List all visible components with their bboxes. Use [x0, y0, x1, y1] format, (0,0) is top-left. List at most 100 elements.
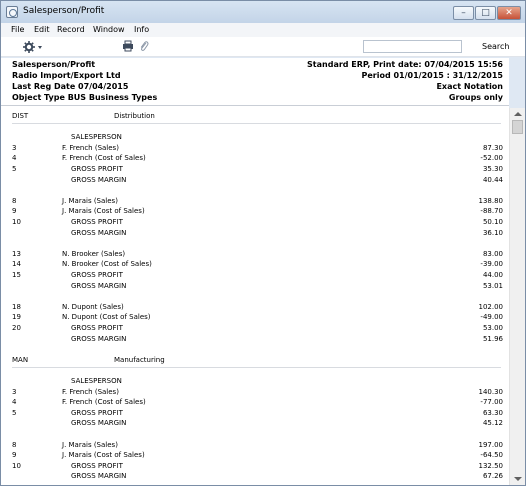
close-button[interactable]: ✕ — [497, 6, 521, 20]
row-label: J. Marais (Cost of Sales) — [62, 207, 145, 216]
row-label: F. French (Cost of Sales) — [62, 398, 146, 407]
attach-button[interactable] — [139, 40, 149, 54]
row-value: 51.96 — [482, 334, 503, 343]
table-row: 9 J. Marais (Cost of Sales) -64.50 — [1, 451, 509, 461]
table-row: GROSS MARGIN 51.96 — [1, 335, 509, 345]
row-label: GROSS PROFIT — [71, 408, 123, 417]
search-button[interactable]: Search — [482, 42, 509, 51]
row-code: 10 — [12, 461, 21, 470]
notation: Exact Notation — [436, 82, 503, 91]
row-label: GROSS PROFIT — [71, 324, 123, 332]
row-label: F. French (Sales) — [62, 143, 119, 152]
print-button[interactable] — [122, 40, 134, 54]
row-code: 14 — [12, 260, 21, 269]
table-row: 15 GROSS PROFIT 44.00 — [1, 271, 509, 281]
row-label: J. Marais (Sales) — [62, 196, 118, 205]
row-value: 87.30 — [482, 143, 503, 152]
row-value: 138.80 — [478, 196, 504, 205]
row-value: -88.70 — [480, 207, 503, 216]
group-heading: SALESPERSON — [1, 133, 509, 143]
row-code: 8 — [12, 440, 17, 449]
menu-file[interactable]: File — [11, 25, 24, 34]
row-code: 4 — [12, 398, 17, 407]
scroll-down-arrow-icon[interactable] — [514, 477, 522, 481]
table-row: 19 N. Dupont (Cost of Sales) -49.00 — [1, 313, 509, 323]
row-value: 44.00 — [482, 271, 503, 279]
row-code: 18 — [12, 302, 21, 311]
row-code: 5 — [12, 165, 17, 173]
table-row: 4 F. French (Cost of Sales) -77.00 — [1, 398, 509, 408]
row-label: F. French (Cost of Sales) — [62, 154, 146, 163]
row-label: GROSS MARGIN — [71, 281, 127, 290]
search-input[interactable] — [363, 40, 462, 53]
row-code: 13 — [12, 249, 21, 258]
table-row: GROSS MARGIN 36.10 — [1, 229, 509, 239]
section-code: MAN — [12, 355, 29, 364]
window-title: Salesperson/Profit — [23, 6, 105, 16]
toolbar: Search — [1, 37, 525, 57]
row-code: 20 — [12, 324, 21, 332]
row-value: -64.50 — [480, 451, 503, 460]
group-heading-label: SALESPERSON — [71, 133, 122, 142]
row-code: 3 — [12, 143, 17, 152]
menu-info[interactable]: Info — [134, 25, 149, 34]
row-value: -52.00 — [480, 154, 503, 163]
gear-menu-button[interactable] — [23, 40, 45, 54]
row-label: J. Marais (Sales) — [62, 440, 118, 449]
row-code: 8 — [12, 196, 17, 205]
menu-bar: File Edit Record Window Info — [1, 23, 525, 37]
table-row: 3 F. French (Sales) 140.30 — [1, 388, 509, 398]
maximize-button[interactable]: □ — [475, 6, 496, 20]
report-content[interactable]: Salesperson/Profit Radio Import/Export L… — [1, 58, 509, 485]
minimize-button[interactable]: – — [453, 6, 474, 20]
row-value: 63.30 — [482, 408, 503, 417]
row-value: 132.50 — [478, 461, 504, 470]
row-value: 53.01 — [482, 281, 503, 290]
paperclip-icon — [140, 41, 149, 51]
table-row: 5 GROSS PROFIT 35.30 — [1, 165, 509, 175]
scroll-up-arrow-icon[interactable] — [514, 112, 522, 116]
row-value: 36.10 — [482, 228, 503, 237]
row-value: -49.00 — [480, 313, 503, 322]
table-row: 8 J. Marais (Sales) 197.00 — [1, 441, 509, 451]
row-value: 102.00 — [478, 302, 504, 311]
header-divider — [1, 105, 509, 106]
row-label: GROSS PROFIT — [71, 271, 123, 279]
table-row: 3 F. French (Sales) 87.30 — [1, 144, 509, 154]
row-label: GROSS PROFIT — [71, 218, 123, 226]
printer-icon — [123, 40, 133, 52]
scroll-thumb[interactable] — [512, 120, 523, 134]
table-row: 18 N. Dupont (Sales) 102.00 — [1, 303, 509, 313]
section-name: Distribution — [114, 112, 155, 120]
grouping-mode: Groups only — [448, 93, 503, 102]
table-row: GROSS MARGIN 40.44 — [1, 176, 509, 186]
vertical-scrollbar[interactable] — [509, 108, 525, 485]
menu-edit[interactable]: Edit — [34, 25, 50, 34]
row-label: J. Marais (Cost of Sales) — [62, 451, 145, 460]
menu-record[interactable]: Record — [57, 25, 85, 34]
table-row: GROSS MARGIN 53.01 — [1, 282, 509, 292]
last-reg-date: Last Reg Date 07/04/2015 — [12, 82, 129, 91]
row-code: 4 — [12, 154, 17, 163]
table-row: 8 J. Marais (Sales) 138.80 — [1, 197, 509, 207]
row-label: GROSS MARGIN — [71, 334, 127, 343]
table-row: 20 GROSS PROFIT 53.00 — [1, 324, 509, 334]
row-label: GROSS MARGIN — [71, 228, 127, 237]
table-row: 9 J. Marais (Cost of Sales) -88.70 — [1, 207, 509, 217]
row-value: 53.00 — [482, 324, 503, 332]
company-name: Radio Import/Export Ltd — [12, 71, 121, 80]
row-value: 140.30 — [478, 387, 504, 396]
table-row: 4 F. French (Cost of Sales) -52.00 — [1, 154, 509, 164]
row-value: 67.26 — [482, 472, 503, 481]
app-icon — [6, 6, 18, 18]
report-period: Period 01/01/2015 : 31/12/2015 — [361, 71, 503, 80]
row-label: GROSS PROFIT — [71, 165, 123, 173]
row-code: 5 — [12, 408, 17, 417]
report-name: Salesperson/Profit — [12, 60, 96, 69]
menu-window[interactable]: Window — [93, 25, 125, 34]
title-bar[interactable]: Salesperson/Profit – □ ✕ — [1, 1, 525, 23]
row-code: 9 — [12, 451, 17, 460]
row-value: 50.10 — [482, 218, 503, 226]
table-row: GROSS MARGIN 45.12 — [1, 419, 509, 429]
group-heading: SALESPERSON — [1, 377, 509, 387]
